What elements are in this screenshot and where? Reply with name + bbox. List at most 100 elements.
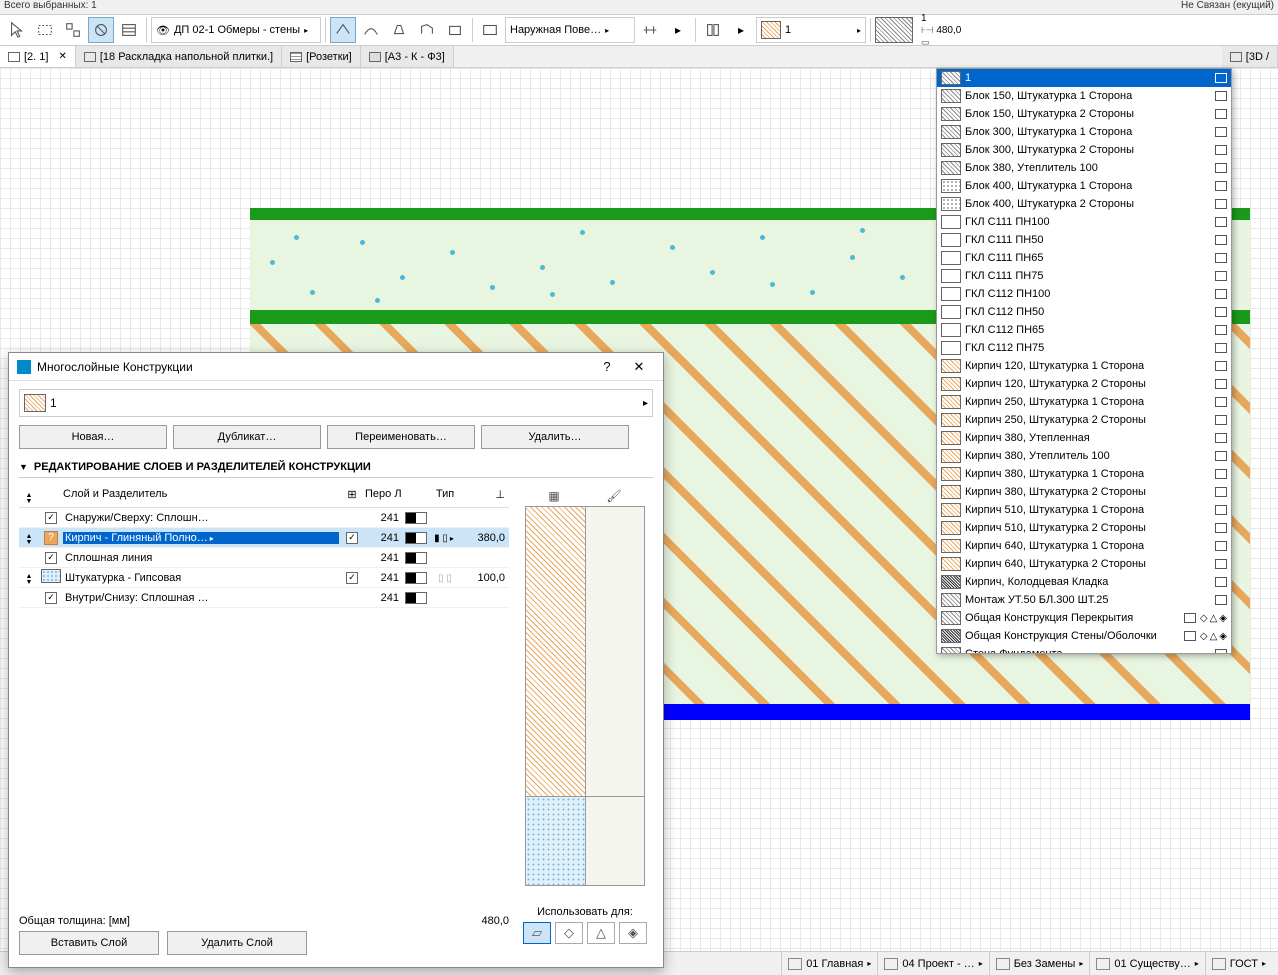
dropdown-item[interactable]: Блок 400, Штукатурка 2 Стороны [937,195,1231,213]
status-item[interactable]: 01 Главная▸ [781,952,877,975]
layer-thickness[interactable]: 100,0 [459,572,509,584]
geometry-trap[interactable] [386,17,412,43]
section-header[interactable]: ▼ РЕДАКТИРОВАНИЕ СЛОЕВ И РАЗДЕЛИТЕЛЕЙ КО… [19,457,653,478]
dropdown-item[interactable]: Блок 150, Штукатурка 2 Стороны [937,105,1231,123]
dialog-titlebar[interactable]: Многослойные Конструкции ? ✕ [9,353,663,381]
layer-row[interactable]: ✓Внутри/Снизу: Сплошная …241 [19,588,509,608]
tool-arrow[interactable] [4,17,30,43]
delete-layer-button[interactable]: Удалить Слой [167,931,307,955]
geometry-straight[interactable] [330,17,356,43]
duplicate-button[interactable]: Дубликат… [173,425,321,449]
delete-button[interactable]: Удалить… [481,425,629,449]
layer-row[interactable]: ▲▼Штукатурка - Гипсовая✓241▯ ▯100,0 [19,568,509,588]
dropdown-item[interactable]: Блок 300, Штукатурка 1 Сторона [937,123,1231,141]
construction-mode-arrow[interactable]: ▸ [728,17,754,43]
tab-view-2[interactable]: [18 Раскладка напольной плитки.] [76,46,282,67]
composite-name-row[interactable]: 1 ▸ [19,389,653,417]
construction-mode[interactable] [700,17,726,43]
layer-footer-buttons: Вставить Слой Удалить Слой [19,931,509,959]
layer-dropdown[interactable]: 👁 ДП 02-1 Обмеры - стены ▸ [151,17,321,43]
dropdown-item[interactable]: Общая Конструкция Перекрытия◇△◈ [937,609,1231,627]
ref-line-icon[interactable] [637,17,663,43]
dropdown-item[interactable]: Блок 300, Штукатурка 2 Стороны [937,141,1231,159]
close-button[interactable]: ✕ [623,356,655,378]
status-item[interactable]: 04 Проект - …▸ [877,952,988,975]
pen-number[interactable]: 241 [365,592,401,604]
use-slab-icon[interactable]: ◇ [555,922,583,944]
dropdown-item[interactable]: Кирпич 120, Штукатурка 1 Сторона [937,357,1231,375]
tab-view-4[interactable]: [A3 - К - Ф3] [361,46,454,67]
dropdown-item[interactable]: ГКЛ С111 ПН100 [937,213,1231,231]
close-icon[interactable]: ✕ [58,51,66,62]
pen-number[interactable]: 241 [365,552,401,564]
layer-name: Кирпич - Глиняный Полно…▸ [63,532,339,544]
dropdown-item[interactable]: Общая Конструкция Стены/Оболочки◇△◈ [937,627,1231,645]
flag-icon [1215,235,1227,245]
dropdown-item[interactable]: Кирпич, Колодцевая Кладка [937,573,1231,591]
surface-dropdown[interactable]: Наружная Пове… ▸ [505,17,635,43]
dropdown-item[interactable]: ГКЛ С111 ПН75 [937,267,1231,285]
layer-row[interactable]: ▲▼?Кирпич - Глиняный Полно…▸✓241▮ ▯▸380,… [19,528,509,548]
layer-row[interactable]: ✓Сплошная линия241 [19,548,509,568]
dropdown-item[interactable]: Стена Фундамента [937,645,1231,654]
dropdown-item[interactable]: Кирпич 380, Утепленная [937,429,1231,447]
layer-row[interactable]: ✓Снаружи/Сверху: Сплошн…241 [19,508,509,528]
dropdown-item[interactable]: Блок 150, Штукатурка 1 Сторона [937,87,1231,105]
dropdown-item[interactable]: Блок 380, Утеплитель 100 [937,159,1231,177]
tool-select[interactable] [60,17,86,43]
dropdown-arrow-icon[interactable]: ▸ [643,398,648,409]
dropdown-item[interactable]: ГКЛ С112 ПН75 [937,339,1231,357]
tool-layer-icon[interactable] [116,17,142,43]
help-button[interactable]: ? [591,356,623,378]
status-item[interactable]: Без Замены▸ [989,952,1090,975]
dropdown-item[interactable]: Кирпич 250, Штукатурка 2 Стороны [937,411,1231,429]
dropdown-item[interactable]: Кирпич 510, Штукатурка 1 Сторона [937,501,1231,519]
dropdown-item[interactable]: 1 [937,69,1231,87]
dropdown-item[interactable]: ГКЛ С111 ПН65 [937,249,1231,267]
dropdown-item[interactable]: ГКЛ С112 ПН50 [937,303,1231,321]
use-wall-icon[interactable]: ▱ [523,922,551,944]
pen-number[interactable]: 241 [365,572,401,584]
dropdown-item[interactable]: ГКЛ С112 ПН100 [937,285,1231,303]
ref-arrow-icon[interactable]: ▸ [665,17,691,43]
dropdown-item[interactable]: Кирпич 120, Штукатурка 2 Стороны [937,375,1231,393]
dropdown-item[interactable]: ГКЛ С111 ПН50 [937,231,1231,249]
dropdown-item[interactable]: Блок 400, Штукатурка 1 Сторона [937,177,1231,195]
new-button[interactable]: Новая… [19,425,167,449]
rename-button[interactable]: Переименовать… [327,425,475,449]
composite-selector[interactable]: 1 ▸ [756,17,866,43]
dropdown-item[interactable]: Кирпич 250, Штукатурка 1 Сторона [937,393,1231,411]
swatch-icon [941,287,961,301]
dropdown-item[interactable]: ГКЛ С112 ПН65 [937,321,1231,339]
dropdown-item[interactable]: Кирпич 640, Штукатурка 2 Стороны [937,555,1231,573]
layer-type[interactable]: ▯ ▯ [431,572,459,584]
tool-suspend[interactable] [88,17,114,43]
dropdown-item[interactable]: Кирпич 380, Утеплитель 100 [937,447,1231,465]
wall-large-swatch-icon [875,17,913,43]
composite-dropdown-list[interactable]: 1Блок 150, Штукатурка 1 СторонаБлок 150,… [936,68,1232,654]
pen-number[interactable]: 241 [365,532,401,544]
geometry-curved[interactable] [358,17,384,43]
composite-name-input[interactable]: 1 [50,396,57,410]
tab-view-3d[interactable]: [3D / [1222,46,1278,67]
swatch-icon [941,125,961,139]
layer-type[interactable]: ▮ ▯▸ [431,532,459,544]
profile-icon[interactable] [477,17,503,43]
tool-marquee[interactable] [32,17,58,43]
tab-view-3[interactable]: [Розетки] [282,46,361,67]
dropdown-item[interactable]: Монтаж УТ.50 БЛ.300 ШТ.25 [937,591,1231,609]
status-item[interactable]: ГОСТ▸ [1205,952,1272,975]
geometry-rect[interactable] [442,17,468,43]
geometry-poly[interactable] [414,17,440,43]
use-shell-icon[interactable]: ◈ [619,922,647,944]
dropdown-item[interactable]: Кирпич 510, Штукатурка 2 Стороны [937,519,1231,537]
use-roof-icon[interactable]: △ [587,922,615,944]
insert-layer-button[interactable]: Вставить Слой [19,931,159,955]
dropdown-item[interactable]: Кирпич 640, Штукатурка 1 Сторона [937,537,1231,555]
layer-thickness[interactable]: 380,0 [459,532,509,544]
dropdown-item[interactable]: Кирпич 380, Штукатурка 2 Стороны [937,483,1231,501]
pen-number[interactable]: 241 [365,512,401,524]
dropdown-item[interactable]: Кирпич 380, Штукатурка 1 Сторона [937,465,1231,483]
status-item[interactable]: 01 Существу…▸ [1089,952,1204,975]
tab-view-1[interactable]: [2. 1] ✕ [0,46,76,67]
